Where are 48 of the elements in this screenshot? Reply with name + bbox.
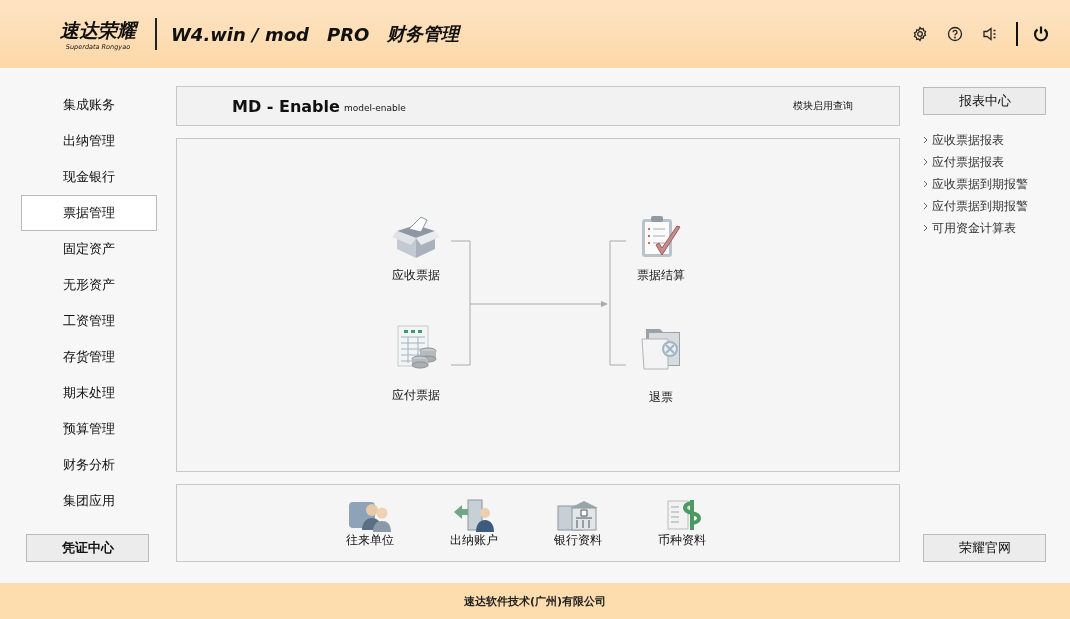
shortcut-label: 往来单位 xyxy=(346,532,394,549)
sidebar-item[interactable]: 现金银行 xyxy=(21,159,157,195)
chevron-icon xyxy=(923,158,928,166)
sidebar-item[interactable]: 固定资产 xyxy=(21,231,157,267)
speaker-icon[interactable] xyxy=(982,26,998,42)
shortcut-label: 出纳账户 xyxy=(450,532,498,549)
chevron-icon xyxy=(923,180,928,188)
edition-label: PRO xyxy=(326,23,370,45)
sidebar-item[interactable]: 预算管理 xyxy=(21,411,157,447)
chevron-icon xyxy=(923,202,928,210)
door-person-icon[interactable] xyxy=(452,498,496,532)
help-icon[interactable] xyxy=(947,26,963,42)
sidebar-item[interactable]: 集团应用 xyxy=(21,483,157,519)
report-center-button[interactable]: 报表中心 xyxy=(923,87,1046,115)
module-subtitle: model-enable xyxy=(343,103,406,113)
company-name: 速达软件技术(广州)有限公司 xyxy=(463,593,607,609)
spreadsheet-coins-icon[interactable] xyxy=(394,325,438,369)
flow-node-label: 退票 xyxy=(649,389,673,406)
report-link[interactable]: 应付票据到期报警 xyxy=(932,197,1028,215)
sidebar-item[interactable]: 集成账务 xyxy=(21,87,157,123)
sidebar-item[interactable]: 财务分析 xyxy=(21,447,157,483)
website-button[interactable]: 荣耀官网 xyxy=(923,534,1046,562)
power-icon[interactable] xyxy=(1032,25,1050,43)
chevron-icon xyxy=(923,224,928,232)
settings-icon[interactable] xyxy=(912,26,928,42)
flow-node-label: 票据结算 xyxy=(637,267,685,284)
module-query-link[interactable]: 模块启用查询 xyxy=(793,99,853,113)
sidebar-item[interactable]: 票据管理 xyxy=(21,195,157,231)
flow-node-label: 应付票据 xyxy=(392,387,440,404)
module-code-title: MD - Enable xyxy=(232,96,340,116)
report-link[interactable]: 应收票据报表 xyxy=(932,131,1004,149)
shortcut-label: 币种资料 xyxy=(658,532,706,549)
report-link[interactable]: 可用资金计算表 xyxy=(932,219,1016,237)
report-link[interactable]: 应收票据到期报警 xyxy=(932,175,1028,193)
sidebar-item[interactable]: 工资管理 xyxy=(21,303,157,339)
chevron-icon xyxy=(923,136,928,144)
module-title: 财务管理 xyxy=(387,22,460,46)
sidebar-item[interactable]: 存货管理 xyxy=(21,339,157,375)
sidebar-item[interactable]: 出纳管理 xyxy=(21,123,157,159)
shortcut-label: 银行资料 xyxy=(554,532,602,549)
bank-icon[interactable] xyxy=(556,498,600,532)
flow-node-label: 应收票据 xyxy=(392,267,440,284)
sidebar-item[interactable]: 无形资产 xyxy=(21,267,157,303)
open-box-icon[interactable] xyxy=(391,215,441,259)
product-name: W4.win / mod xyxy=(171,23,309,45)
report-link[interactable]: 应付票据报表 xyxy=(932,153,1004,171)
voucher-center-button[interactable]: 凭证中心 xyxy=(26,534,149,562)
sidebar-item[interactable]: 期末处理 xyxy=(21,375,157,411)
